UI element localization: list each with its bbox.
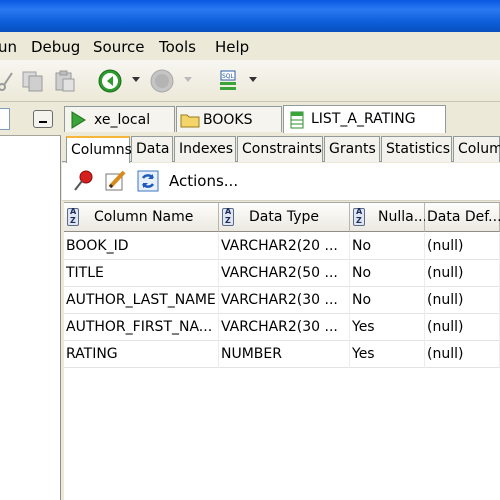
tab-list-a-rating[interactable]: LIST_A_RATING: [283, 105, 446, 133]
header-nullable[interactable]: Nulla...: [350, 203, 428, 232]
tab-columns-label: Columns: [71, 142, 132, 158]
navigator-panel: [0, 102, 61, 500]
menu-run[interactable]: un: [0, 38, 17, 56]
menu-help[interactable]: Help: [215, 38, 249, 56]
tab-constraints-label: Constraints: [242, 141, 322, 157]
back-dropdown-icon[interactable]: [132, 77, 140, 82]
cell-data-default[interactable]: (null): [425, 233, 500, 260]
menu-source[interactable]: Source: [93, 38, 145, 56]
table-row[interactable]: TITLE VARCHAR2(50 ... No (null): [64, 260, 500, 287]
cell-data-default[interactable]: (null): [425, 314, 500, 341]
copy-icon[interactable]: [21, 69, 45, 93]
object-subtabs: Columns Data Indexes Constraints Grants …: [62, 136, 500, 163]
cell-column-name[interactable]: AUTHOR_FIRST_NA...: [64, 314, 219, 341]
window-title-bar[interactable]: [0, 0, 500, 32]
cell-nullable[interactable]: No: [350, 233, 425, 260]
table-row[interactable]: AUTHOR_FIRST_NA... VARCHAR2(30 ... Yes (…: [64, 314, 500, 341]
cell-nullable[interactable]: No: [350, 287, 425, 314]
paste-icon[interactable]: [53, 69, 77, 93]
cell-column-name[interactable]: RATING: [64, 341, 219, 368]
navigator-search-field[interactable]: [0, 108, 10, 130]
cell-nullable[interactable]: No: [350, 260, 425, 287]
cell-column-name[interactable]: AUTHOR_LAST_NAME: [64, 287, 219, 314]
tab-xe-local[interactable]: xe_local: [64, 106, 175, 132]
cell-nullable[interactable]: Yes: [350, 341, 425, 368]
editor-area: xe_local BOOKS LIST_A_RATING Columns Dat…: [62, 102, 500, 500]
cell-data-type[interactable]: VARCHAR2(30 ...: [219, 314, 350, 341]
tab-label: BOOKS: [203, 112, 253, 128]
cell-data-default[interactable]: (null): [425, 260, 500, 287]
header-label: Nulla...: [378, 209, 428, 225]
header-data-default[interactable]: Data Def...: [425, 203, 500, 232]
actions-menu[interactable]: Actions...: [169, 172, 238, 190]
back-icon[interactable]: [98, 69, 122, 93]
pin-icon[interactable]: [72, 169, 96, 193]
sql-icon[interactable]: SQL: [217, 69, 241, 93]
menu-debug[interactable]: Debug: [31, 38, 80, 56]
header-label: Column Name: [94, 209, 194, 225]
cell-column-name[interactable]: BOOK_ID: [64, 233, 219, 260]
columns-grid: Column Name Data Type Nulla... Data Def.…: [64, 202, 500, 500]
svg-text:SQL: SQL: [222, 73, 235, 80]
table-icon: [290, 111, 304, 133]
tab-indexes-label: Indexes: [179, 141, 234, 157]
tab-statistics-label: Statistics: [386, 141, 450, 157]
menu-tools[interactable]: Tools: [159, 38, 196, 56]
table-row[interactable]: AUTHOR_LAST_NAME VARCHAR2(30 ... No (nul…: [64, 287, 500, 314]
cell-data-type[interactable]: VARCHAR2(20 ...: [219, 233, 350, 260]
tab-label: LIST_A_RATING: [311, 111, 416, 127]
minimize-button[interactable]: [33, 110, 53, 128]
tab-grants-label: Grants: [329, 141, 376, 157]
sort-icon[interactable]: [353, 207, 365, 226]
cell-data-type[interactable]: VARCHAR2(50 ...: [219, 260, 350, 287]
edit-icon[interactable]: [104, 169, 128, 193]
cell-nullable[interactable]: Yes: [350, 314, 425, 341]
navigator-header: [0, 102, 61, 136]
forward-icon[interactable]: [150, 69, 174, 93]
header-label: Data Type: [249, 209, 320, 225]
sql-dropdown-icon[interactable]: [249, 77, 257, 82]
connection-icon: [70, 111, 86, 133]
main-toolbar: SQL: [0, 60, 500, 102]
action-bar: Actions...: [62, 163, 500, 201]
cell-column-name[interactable]: TITLE: [64, 260, 219, 287]
sort-icon[interactable]: [67, 207, 79, 226]
refresh-icon[interactable]: [136, 169, 160, 193]
tab-books[interactable]: BOOKS: [176, 106, 282, 132]
tab-columns[interactable]: Columns: [66, 136, 132, 163]
tab-label: xe_local: [94, 112, 151, 128]
header-column-name[interactable]: Column Name: [64, 203, 219, 232]
cell-data-default[interactable]: (null): [425, 287, 500, 314]
tab-data-label: Data: [136, 141, 170, 157]
folder-icon: [180, 112, 200, 132]
cut-icon[interactable]: [0, 69, 14, 93]
table-row[interactable]: BOOK_ID VARCHAR2(20 ... No (null): [64, 233, 500, 260]
tab-statistics[interactable]: Statistics: [381, 136, 452, 162]
table-row[interactable]: RATING NUMBER Yes (null): [64, 341, 500, 368]
tab-constraints[interactable]: Constraints: [237, 136, 323, 162]
header-data-type[interactable]: Data Type: [219, 203, 350, 232]
tab-data[interactable]: Data: [131, 136, 173, 162]
tab-column-comments[interactable]: Colum: [453, 136, 500, 162]
forward-dropdown-icon[interactable]: [184, 77, 192, 82]
header-label: Data Def...: [427, 209, 500, 225]
tab-grants[interactable]: Grants: [324, 136, 380, 162]
cell-data-type[interactable]: NUMBER: [219, 341, 350, 368]
sort-icon[interactable]: [222, 207, 234, 226]
tab-indexes[interactable]: Indexes: [174, 136, 236, 162]
tab-column-comments-label: Colum: [458, 141, 500, 157]
cell-data-default[interactable]: (null): [425, 341, 500, 368]
menu-bar: un Debug Source Tools Help: [0, 32, 500, 60]
cell-data-type[interactable]: VARCHAR2(30 ...: [219, 287, 350, 314]
